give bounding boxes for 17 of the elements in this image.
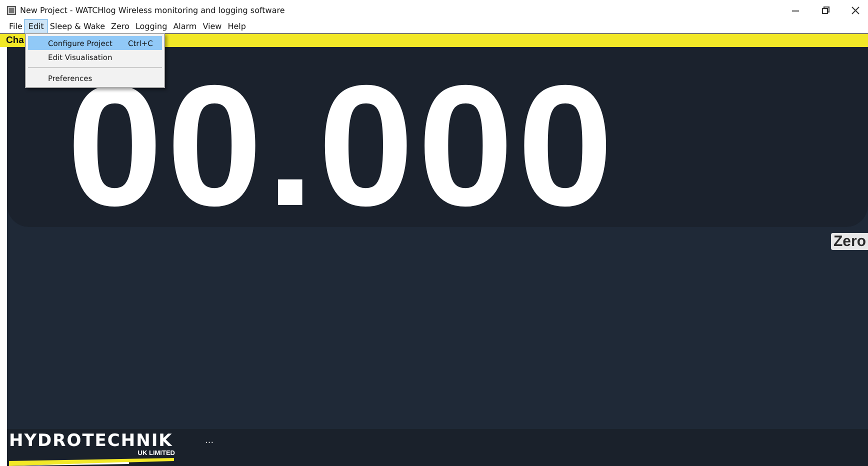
menu-item[interactable]: Edit (25, 20, 47, 33)
menu-item[interactable]: Alarm (170, 20, 200, 33)
ellipsis-text: ... (205, 436, 214, 446)
zero-button[interactable]: Zero (831, 233, 868, 250)
restore-icon (820, 6, 830, 14)
reading-value: 00.000 (67, 85, 618, 209)
logo-name: HYDROTECHNIK (9, 433, 173, 450)
channel-label: Cha (6, 35, 24, 46)
menu-item[interactable]: View (200, 20, 225, 33)
menu-item[interactable]: File (6, 20, 26, 33)
app-icon (7, 6, 16, 14)
menu-item[interactable]: Zero (108, 20, 132, 33)
menu-item[interactable]: Sleep & Wake (46, 20, 108, 33)
window-title: New Project - WATCHlog Wireless monitoring and logging software (20, 6, 286, 14)
close-icon (850, 6, 860, 14)
menu-item[interactable]: Help (224, 20, 249, 33)
menu-item[interactable]: Logging (132, 20, 170, 33)
